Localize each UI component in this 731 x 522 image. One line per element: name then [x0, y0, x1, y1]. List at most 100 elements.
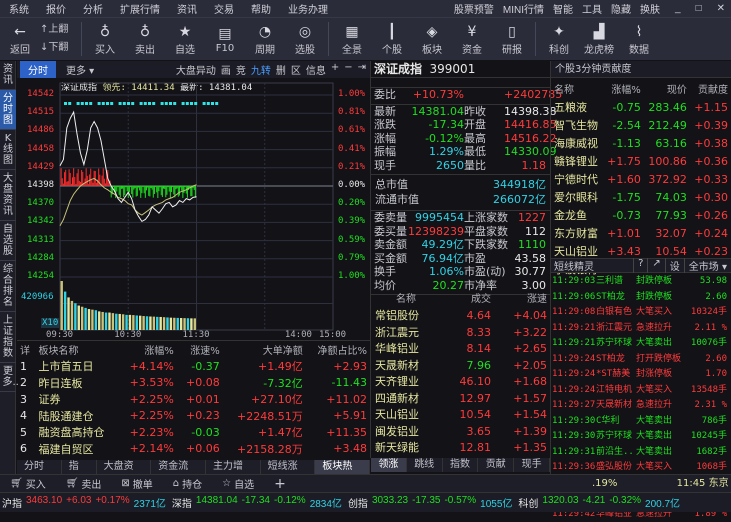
list-item[interactable]: 四通新材12.97+1.57 [371, 391, 550, 408]
sector-row[interactable]: 2昨日连板+3.53%+0.08-7.32亿-11.43 [17, 375, 370, 392]
elf-item[interactable]: 11:29:30C华利大笔卖出786手 [551, 414, 731, 430]
column-header[interactable]: 名称 [371, 291, 441, 308]
list-item[interactable]: 常铝股份4.64+4.04 [371, 308, 550, 325]
chart-tool[interactable]: 竞 [236, 62, 246, 77]
maximize-icon[interactable]: □ [696, 3, 702, 14]
menu-right-item[interactable]: 股票预警 [454, 1, 494, 16]
quote-tab[interactable]: 指数 [443, 458, 479, 472]
toolbar-button-11[interactable]: ✦科创 [539, 23, 579, 56]
column-header[interactable]: 涨幅% [603, 78, 644, 98]
elf-item[interactable]: 11:29:03三利谱封跌停板53.98 [551, 274, 731, 290]
contribution-row[interactable]: 海康威视-1.1363.16+0.38 [551, 134, 731, 152]
contribution-row[interactable]: 金龙鱼-0.7377.93+0.26 [551, 206, 731, 224]
index-ticker[interactable]: 创指3033.23-17.35-0.57%1055亿 [348, 495, 516, 510]
menu-item[interactable]: 帮助 [242, 1, 279, 16]
elf-item[interactable]: 11:29:31前沿生...大笔卖出1682手 [551, 445, 731, 461]
left-tab[interactable]: 自选股 [0, 221, 16, 261]
toolbar-button-3[interactable]: ▤F10 [205, 25, 245, 54]
market-select[interactable]: 全市场 ▾ [684, 258, 731, 273]
toolbar-button-2[interactable]: ★自选 [165, 23, 205, 56]
more-dropdown[interactable]: 更多 ▾ [66, 62, 94, 77]
contribution-row[interactable]: 宁德时代+1.60372.92+0.33 [551, 170, 731, 188]
menu-item[interactable]: 交易 [205, 1, 242, 16]
column-header[interactable]: 涨速% [177, 341, 223, 358]
left-tab[interactable]: 上证指数 [0, 312, 16, 363]
toolbar-button-10[interactable]: ▯研报 [492, 23, 532, 56]
column-header[interactable]: 涨速 [491, 291, 547, 308]
elf-item[interactable]: 11:29:24ST柏龙打开跌停板2.60 [551, 352, 731, 368]
menu-right-item[interactable]: 换肤 [640, 1, 660, 16]
index-ticker[interactable]: 深指14381.04-17.34-0.12%2834亿 [172, 495, 346, 510]
quote-tab[interactable]: 现手 [514, 458, 550, 472]
settings-button[interactable]: 设 [665, 258, 684, 273]
list-item[interactable]: 闽发铝业3.65+1.39 [371, 424, 550, 441]
toolbar-button-12[interactable]: ▟龙虎榜 [579, 23, 619, 56]
chart-tool[interactable]: + [331, 62, 339, 77]
sector-row[interactable]: 1上市首五日+4.14%-0.37+1.49亿+2.93 [17, 358, 370, 375]
contribution-row[interactable]: 智飞生物-2.54212.49+0.39 [551, 116, 731, 134]
trade-button[interactable]: + [274, 476, 286, 492]
sector-row[interactable]: 3证券+2.25%+0.01+27.10亿+11.02 [17, 391, 370, 408]
chart-tool[interactable]: − [344, 62, 352, 77]
menu-item[interactable]: 扩展行情 [111, 1, 168, 16]
menu-right-item[interactable]: 工具 [582, 1, 602, 16]
bottom-tab[interactable]: 主力增仓 [206, 460, 261, 474]
trade-button[interactable]: ☆自选 [222, 476, 254, 491]
list-item[interactable]: 天晟新材7.96+2.05 [371, 358, 550, 375]
contribution-row[interactable]: 五粮液-0.75283.46+1.15 [551, 98, 731, 116]
chart-tool[interactable]: 删 [276, 62, 286, 77]
bottom-tab[interactable]: 资金流向 [151, 460, 206, 474]
sector-row[interactable]: 4陆股通建仓+2.25%+0.23+2248.51万+5.91 [17, 408, 370, 425]
list-item[interactable]: 天山铝业10.54+1.54 [371, 407, 550, 424]
trade-button[interactable]: 🛒︎卖出 [66, 476, 102, 491]
popout-button[interactable]: ↗ [647, 258, 664, 273]
toolbar-button-5[interactable]: ◎选股 [285, 23, 325, 56]
column-header[interactable]: 贡献度 [690, 78, 731, 98]
left-tab[interactable]: K线图 [0, 130, 16, 170]
column-header[interactable]: 现价 [644, 78, 690, 98]
chart-tool[interactable]: ⇥ [358, 62, 366, 77]
column-header[interactable]: 板块名称 [36, 341, 119, 358]
chart-tool[interactable]: 画 [221, 62, 231, 77]
trade-button[interactable]: ⊠撤单 [121, 476, 152, 491]
elf-item[interactable]: 11:29:08白银有色大笔买入10324手 [551, 305, 731, 321]
menu-item[interactable]: 业务办理 [279, 1, 336, 16]
toolbar-button-1[interactable]: ♁卖出 [125, 23, 165, 56]
minimize-icon[interactable]: _ [675, 3, 681, 14]
index-ticker[interactable]: 科创1320.03-4.21-0.32%200.7亿 [518, 495, 684, 510]
trade-button[interactable]: ⌂持仓 [173, 476, 202, 491]
left-tab[interactable]: 大盘资讯 [0, 170, 16, 221]
intraday-chart[interactable]: 深证成指 领先: 14411.34 最新: 14381.04 145421.00… [17, 78, 370, 340]
chart-tool[interactable]: 信息 [306, 62, 326, 77]
index-ticker[interactable]: 沪指3463.10+6.03+0.17%2371亿 [2, 495, 170, 510]
page-down-button[interactable]: ↓下翻 [40, 39, 78, 57]
sector-row[interactable]: 6福建自贸区+2.14%+0.06+2158.28万+3.48 [17, 441, 370, 458]
elf-item[interactable]: 11:29:06ST柏龙封跌停板2.60 [551, 290, 731, 306]
column-header[interactable]: 涨幅% [119, 341, 177, 358]
menu-right-item[interactable]: 隐藏 [611, 1, 631, 16]
toolbar-button-0[interactable]: ♁买入 [85, 23, 125, 56]
menu-right-item[interactable]: 智能 [553, 1, 573, 16]
left-tab[interactable]: 分时图 [0, 90, 16, 130]
list-item[interactable]: 新天绿能12.81+1.35 [371, 440, 550, 457]
column-header[interactable]: 详 [17, 341, 36, 358]
toolbar-button-4[interactable]: ◔周期 [245, 23, 285, 56]
contribution-row[interactable]: 赣锋锂业+1.75100.86+0.36 [551, 152, 731, 170]
toolbar-button-9[interactable]: ¥资金 [452, 23, 492, 56]
toolbar-button-13[interactable]: ⌇数据 [619, 23, 659, 56]
elf-item[interactable]: 11:29:21苏宁环球大笔卖出10076手 [551, 336, 731, 352]
elf-item[interactable]: 11:29:30苏宁环球大笔卖出10245手 [551, 429, 731, 445]
column-header[interactable]: 名称 [551, 78, 603, 98]
list-item[interactable]: 天齐锂业46.10+1.68 [371, 374, 550, 391]
left-tab[interactable]: 更多.. [0, 363, 16, 392]
contribution-row[interactable]: 东方财富+1.0132.07+0.24 [551, 224, 731, 242]
bottom-tab[interactable]: 板块热点 [315, 460, 370, 474]
bottom-tab[interactable]: 短线涨跌 [261, 460, 316, 474]
sector-row[interactable]: 5融资盘高持仓+2.23%-0.03+1.47亿+11.35 [17, 424, 370, 441]
close-icon[interactable]: ✕ [717, 3, 725, 14]
page-up-button[interactable]: ↑上翻 [40, 21, 78, 39]
menu-item[interactable]: 系统 [0, 1, 37, 16]
menu-item[interactable]: 分析 [74, 1, 111, 16]
column-header[interactable]: 净额占比% [306, 341, 370, 358]
toolbar-button-6[interactable]: ▦全景 [332, 23, 372, 56]
